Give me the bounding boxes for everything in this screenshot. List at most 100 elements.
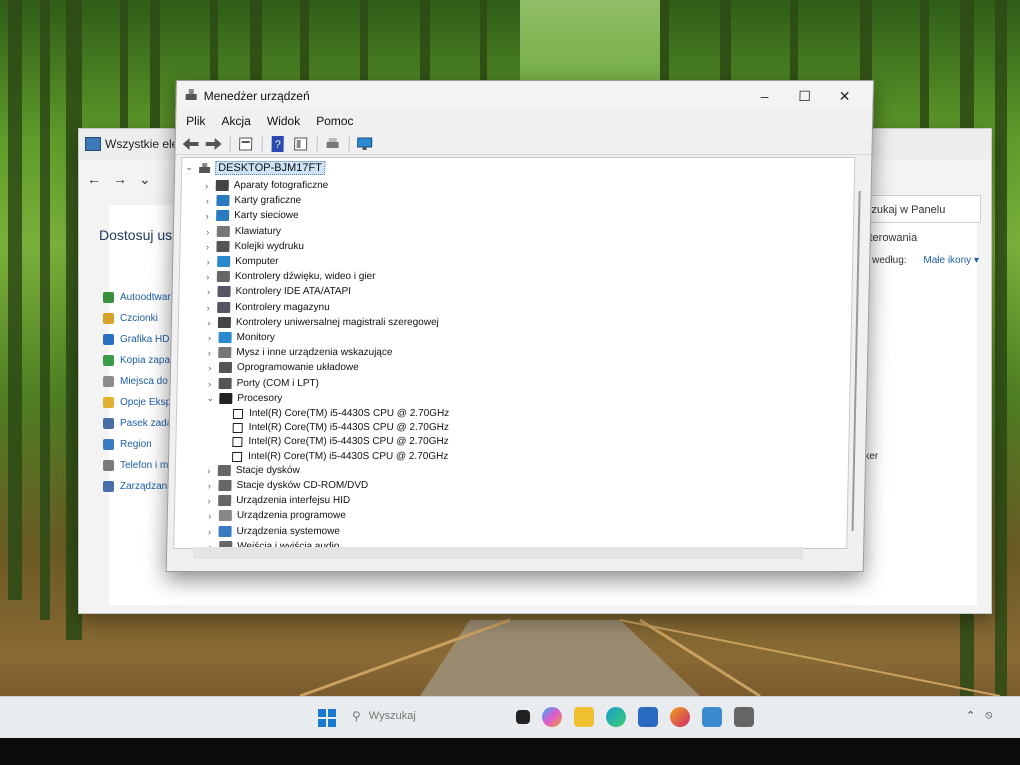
back-arrow-icon[interactable]: ← [87,171,113,187]
chevron-down-icon[interactable]: ⌄ [184,162,194,173]
chevron-down-icon[interactable]: ⌄ [139,171,165,188]
tree-category[interactable]: › Kolejki wydruku [202,239,304,254]
tree-category[interactable]: › Porty (COM i LPT) [204,376,319,391]
windows-start-icon[interactable] [318,709,336,727]
tree-category-label: Stacje dysków CD-ROM/DVD [236,480,369,491]
taskbar: ⚲ Wyszukaj ⌃ ⦸ [0,696,1020,739]
chevron-right-icon[interactable]: › [204,348,214,358]
tree-category[interactable]: › Stacje dysków CD-ROM/DVD [204,478,368,493]
tree-root[interactable]: ⌄ DESKTOP-BJM17FT [184,160,326,175]
tree-category-label: Urządzenia systemowe [236,526,341,537]
tree-category[interactable]: › Karty graficzne [202,193,301,208]
control-panel-item-icon [103,292,114,303]
device-manager-title: Menedżer urządzeń [203,89,310,103]
tree-category[interactable]: › Monitory [204,330,275,345]
menu-widok[interactable]: Widok [267,111,301,131]
chevron-right-icon[interactable]: › [204,481,214,491]
forward-arrow-icon[interactable]: → [113,171,139,187]
print-button[interactable] [324,136,342,152]
tree-category[interactable]: › Mysz i inne urządzenia wskazujące [204,345,393,360]
scan-hardware-button[interactable] [356,136,374,152]
menu-pomoc[interactable]: Pomoc [316,111,354,131]
back-arrow-icon [182,137,199,150]
view-by-dropdown[interactable]: Małe ikony ▾ [923,255,979,266]
tree-category[interactable]: › Urządzenia interfejsu HID [204,493,350,508]
monitor-icon [218,332,232,343]
help-button[interactable]: ? [269,135,287,152]
control-panel-search-input[interactable]: Szukaj w Panelu sterowania [857,195,981,244]
chevron-up-icon[interactable]: ⌃ [966,709,975,722]
tree-category[interactable]: › Kontrolery IDE ATA/ATAPI [203,284,351,299]
forward-button[interactable] [205,136,223,152]
tree-category-label: Kolejki wydruku [234,241,305,252]
tree-category[interactable]: › Oprogramowanie układowe [205,360,359,375]
tree-category[interactable]: › Kontrolery magazynu [203,300,330,315]
tree-category-label: Klawiatury [234,226,282,237]
chevron-right-icon[interactable]: › [203,287,213,297]
usb-icon [217,317,232,328]
processor-label: Intel(R) Core(TM) i5-4430S CPU @ 2.70GHz [248,422,450,433]
edge-icon[interactable] [606,707,626,727]
chevron-right-icon[interactable]: › [204,318,214,328]
minimize-button[interactable]: – [744,85,784,107]
network-tray-icon[interactable]: ⦸ [985,709,992,722]
tree-category-label: Komputer [235,256,279,267]
chevron-right-icon[interactable]: › [205,333,215,343]
chevron-right-icon[interactable]: › [202,211,212,221]
tree-category[interactable]: › Stacje dysków [204,463,300,478]
chevron-right-icon[interactable]: › [204,496,214,506]
tree-category-label: Monitory [236,332,276,343]
maximize-button[interactable]: ☐ [784,85,824,107]
chevron-right-icon[interactable]: › [205,379,215,389]
processor-item[interactable]: Intel(R) Core(TM) i5-4430S CPU @ 2.70GHz [232,434,449,449]
menu-plik[interactable]: Plik [186,111,206,131]
show-hidden-button[interactable] [292,136,310,152]
back-button[interactable] [182,136,200,152]
control-panel-taskbar-icon[interactable] [702,707,722,727]
toolbar-separator [261,135,263,152]
chevron-down-icon[interactable]: ⌄ [205,393,215,404]
tree-category[interactable]: › Urządzenia programowe [205,508,346,523]
firefox-icon[interactable] [670,707,690,727]
tree-category[interactable]: › Komputer [203,254,279,269]
chevron-right-icon[interactable]: › [204,527,214,537]
chevron-right-icon[interactable]: › [203,272,213,282]
properties-button[interactable] [237,136,255,152]
chevron-right-icon[interactable]: › [202,196,212,206]
device-tree[interactable]: ⌄ DESKTOP-BJM17FT › Aparaty fotograficzne › K… [173,157,856,549]
taskbar-search-placeholder: Wyszukaj [368,710,416,722]
tree-category[interactable]: ⌄ Procesory [205,391,282,406]
taskbar-search[interactable]: ⚲ Wyszukaj [352,709,416,723]
copilot-icon[interactable] [542,707,562,727]
keyboard-icon [216,226,230,237]
tree-category[interactable]: › Aparaty fotograficzne [202,178,329,193]
chevron-right-icon[interactable]: › [205,511,215,521]
device-manager-taskbar-icon[interactable] [734,707,754,727]
chevron-right-icon[interactable]: › [203,257,213,267]
menu-akcja[interactable]: Akcja [221,111,251,131]
printer-icon [216,241,230,252]
tree-category[interactable]: › Urządzenia systemowe [204,524,340,539]
device-manager-titlebar[interactable]: Menedżer urządzeń – ☐ ✕ [176,81,873,109]
file-explorer-icon[interactable] [574,707,594,727]
control-panel-item-icon [103,397,114,408]
store-icon[interactable] [638,707,658,727]
close-button[interactable]: ✕ [824,85,864,107]
cdrom-icon [218,480,232,491]
chevron-right-icon[interactable]: › [205,363,215,373]
processor-item[interactable]: Intel(R) Core(TM) i5-4430S CPU @ 2.70GHz [232,449,449,464]
chevron-right-icon[interactable]: › [202,181,212,191]
cpu-icon [232,451,243,462]
chevron-right-icon[interactable]: › [203,227,213,237]
chevron-right-icon[interactable]: › [203,303,213,313]
chevron-right-icon[interactable]: › [202,242,212,252]
tree-category[interactable]: › Karty sieciowe [202,208,299,223]
tree-category[interactable]: › Kontrolery dźwięku, wideo i gier [203,269,376,284]
tree-category[interactable]: › Klawiatury [203,224,281,239]
chevron-right-icon[interactable]: › [204,466,214,476]
task-view-icon[interactable] [516,710,530,724]
processor-item[interactable]: Intel(R) Core(TM) i5-4430S CPU @ 2.70GHz [232,406,450,421]
processor-item[interactable]: Intel(R) Core(TM) i5-4430S CPU @ 2.70GHz [232,420,450,435]
ide-icon [217,286,231,297]
tree-category[interactable]: › Kontrolery uniwersalnej magistrali szer… [204,315,439,330]
